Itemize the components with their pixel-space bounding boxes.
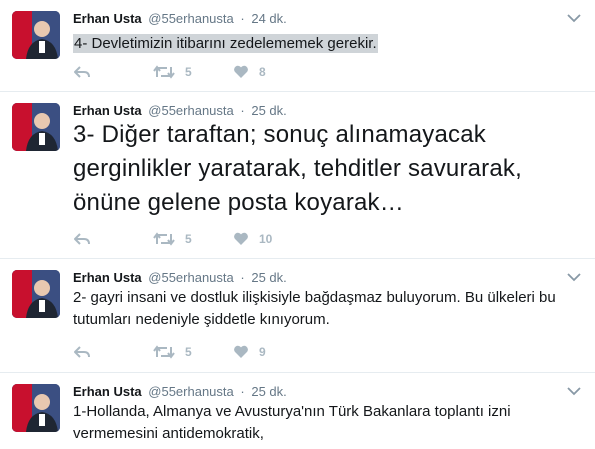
reply-icon [74, 66, 90, 78]
timestamp[interactable]: 25 dk. [251, 270, 286, 285]
separator: · [240, 11, 245, 26]
chevron-down-icon[interactable] [567, 272, 581, 282]
like-count: 8 [259, 65, 266, 79]
retweet-button[interactable]: 5 [153, 342, 192, 362]
tweet[interactable]: Erhan Usta @55erhanusta · 25 dk. 1-Holla… [0, 372, 595, 449]
like-count: 9 [259, 345, 266, 359]
tweet-header: Erhan Usta @55erhanusta · 25 dk. [73, 103, 287, 119]
avatar[interactable] [12, 11, 60, 59]
tweet-text: 2- gayri insani ve dostluk ilişkisiyle b… [73, 289, 556, 328]
selected-text: 4- Devletimizin itibarını zedelememek ge… [73, 34, 378, 53]
tweet[interactable]: Erhan Usta @55erhanusta · 25 dk. 2- gayr… [0, 258, 595, 372]
user-name[interactable]: Erhan Usta [73, 11, 142, 26]
retweet-count: 5 [185, 345, 192, 359]
heart-icon [234, 65, 248, 78]
like-button[interactable]: 10 [233, 229, 272, 249]
like-button[interactable]: 8 [233, 62, 266, 82]
tweet-header: Erhan Usta @55erhanusta · 25 dk. [73, 384, 287, 400]
timeline: Erhan Usta @55erhanusta · 24 dk. 4- Devl… [0, 0, 595, 449]
timestamp[interactable]: 25 dk. [251, 103, 286, 118]
reply-button[interactable] [73, 342, 91, 362]
user-name[interactable]: Erhan Usta [73, 103, 142, 118]
tweet-actions: 5 8 [73, 62, 293, 82]
user-name[interactable]: Erhan Usta [73, 270, 142, 285]
retweet-button[interactable]: 5 [153, 62, 192, 82]
timestamp[interactable]: 24 dk. [251, 11, 286, 26]
user-name[interactable]: Erhan Usta [73, 384, 142, 399]
retweet-count: 5 [185, 232, 192, 246]
reply-button[interactable] [73, 62, 91, 82]
like-button[interactable]: 9 [233, 342, 266, 362]
avatar[interactable] [12, 270, 60, 318]
chevron-down-icon[interactable] [567, 386, 581, 396]
reply-icon [74, 233, 90, 245]
reply-icon [74, 346, 90, 358]
tweet-text: 1-Hollanda, Almanya ve Avusturya'nın Tür… [73, 403, 511, 442]
separator: · [240, 270, 245, 285]
retweet-icon [153, 345, 175, 359]
tweet-header: Erhan Usta @55erhanusta · 24 dk. [73, 11, 287, 27]
tweet-header: Erhan Usta @55erhanusta · 25 dk. [73, 270, 287, 286]
user-handle[interactable]: @55erhanusta [148, 103, 233, 118]
retweet-icon [153, 65, 175, 79]
tweet[interactable]: Erhan Usta @55erhanusta · 25 dk. 3- Diğe… [0, 91, 595, 258]
tweet-actions: 5 9 [73, 342, 293, 362]
timestamp[interactable]: 25 dk. [251, 384, 286, 399]
chevron-down-icon[interactable] [567, 13, 581, 23]
reply-button[interactable] [73, 229, 91, 249]
tweet-actions: 5 10 [73, 229, 293, 249]
like-count: 10 [259, 232, 273, 246]
user-handle[interactable]: @55erhanusta [148, 11, 233, 26]
heart-icon [234, 345, 248, 358]
separator: · [240, 103, 245, 118]
tweet-text: 4- Devletimizin itibarını zedelememek ge… [73, 33, 583, 55]
avatar[interactable] [12, 384, 60, 432]
retweet-icon [153, 232, 175, 246]
heart-icon [234, 232, 248, 245]
retweet-count: 5 [185, 65, 192, 79]
separator: · [240, 384, 245, 399]
user-handle[interactable]: @55erhanusta [148, 270, 233, 285]
user-handle[interactable]: @55erhanusta [148, 384, 233, 399]
avatar[interactable] [12, 103, 60, 151]
tweet-text: 3- Diğer taraftan; sonuç alınamayacak ge… [73, 121, 522, 216]
retweet-button[interactable]: 5 [153, 229, 192, 249]
tweet[interactable]: Erhan Usta @55erhanusta · 24 dk. 4- Devl… [0, 0, 595, 91]
